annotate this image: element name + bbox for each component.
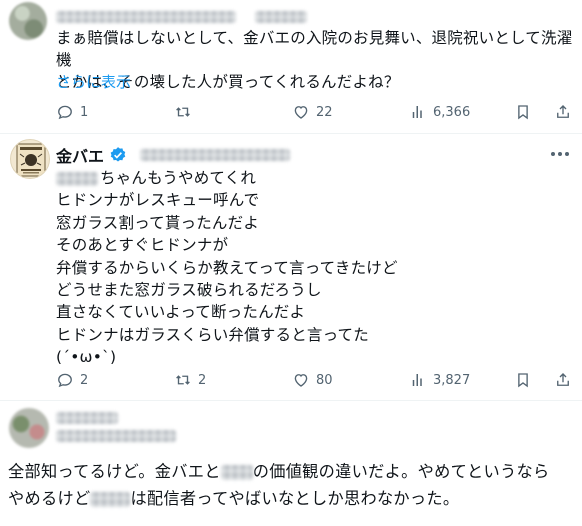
share-button[interactable]	[554, 370, 572, 390]
bookmark-icon	[518, 373, 528, 388]
show-more-link[interactable]: さらに表示	[56, 71, 131, 92]
tweet-text-line: そのあとすぐヒドンナが	[56, 236, 229, 255]
like-button[interactable]: 22	[292, 102, 333, 122]
tweet-text: 全部知ってるけど。金バエと の価値観の違いだよ。やめてというなら やめるけど は配信…	[8, 458, 578, 512]
views-button[interactable]: 6,366	[409, 102, 470, 122]
tweet-text-line: ヒドンナはガラスくらい弁償すると言ってた	[56, 325, 369, 344]
tweet-text-line: まぁ賠償はしないとして、金バエの入院のお見舞い、退院祝いとして洗濯機	[56, 29, 573, 69]
redacted-name	[90, 492, 131, 507]
tweet-text-line: ちゃんもうやめてくれ	[56, 167, 556, 189]
views-icon	[412, 374, 422, 386]
bookmark-button[interactable]	[514, 370, 532, 390]
redacted-name	[56, 10, 236, 23]
tweet-header-redacted	[56, 6, 308, 23]
reply-icon	[58, 105, 72, 120]
bookmark-button[interactable]	[514, 102, 532, 122]
tweet-actions: 2 2 80 3,827	[56, 370, 576, 390]
retweet-button[interactable]	[174, 102, 198, 122]
retweet-count: 2	[198, 372, 207, 388]
tweet-text-line: とかは、その壊した人が買ってくれるんだよね？	[56, 73, 400, 91]
view-count: 6,366	[433, 104, 471, 120]
like-button[interactable]: 80	[292, 370, 333, 390]
tweet-text: まぁ賠償はしないとして、金バエの入院のお見舞い、退院祝いとして洗濯機 とかは、そ…	[56, 27, 576, 93]
reply-button[interactable]: 1	[56, 102, 88, 122]
wanted-poster-icon	[16, 143, 46, 177]
like-count: 80	[316, 372, 333, 388]
divider	[0, 133, 582, 134]
tweet-text-line: 弁償するからいくらか教えてって言ってきたけど	[56, 258, 398, 277]
heart-icon	[294, 106, 308, 119]
share-icon	[557, 105, 569, 118]
display-name[interactable]: 金バエ	[56, 143, 104, 167]
redacted-handle	[255, 10, 308, 23]
reply-button[interactable]: 2	[56, 370, 88, 390]
tweet-actions: 1 22 6,366	[56, 102, 576, 122]
tweet-text: ちゃんもうやめてくれ ヒドンナがレスキュー呼んで 窓ガラス割って貰ったんだよ そ…	[56, 167, 556, 369]
retweet-icon	[176, 107, 190, 117]
views-button[interactable]: 3,827	[409, 370, 470, 390]
tweet-text-line: やめるけど は配信者ってやばいなとしか思わなかった。	[8, 489, 460, 508]
verified-badge-icon	[110, 147, 126, 162]
bookmark-icon	[518, 105, 528, 120]
tweet-text-line: (´•ω•`)	[56, 348, 117, 367]
view-count: 3,827	[433, 372, 471, 388]
divider	[0, 400, 582, 401]
avatar[interactable]	[10, 139, 50, 179]
share-button[interactable]	[554, 102, 572, 122]
reply-count: 2	[80, 372, 89, 388]
views-icon	[412, 106, 422, 118]
tweet-text-line: 直さなくていいよって断ったんだよ	[56, 303, 306, 322]
reply-icon	[58, 373, 72, 388]
tweet-header: 金バエ	[56, 143, 291, 167]
redacted-name	[56, 412, 118, 424]
avatar[interactable]	[9, 2, 47, 40]
share-icon	[557, 373, 569, 386]
retweet-icon	[176, 375, 190, 385]
avatar[interactable]	[9, 408, 49, 448]
redacted-name	[220, 465, 253, 480]
tweet-text-line: どうせまた窓ガラス破られるだろうし	[56, 281, 322, 300]
redacted-handle	[56, 430, 176, 442]
tweet-text-line: ヒドンナがレスキュー呼んで	[56, 191, 260, 210]
heart-icon	[294, 374, 308, 387]
redacted-handle	[140, 149, 291, 161]
tweet-text-line: 窓ガラス割って貰ったんだよ	[56, 213, 260, 232]
retweet-button[interactable]: 2	[174, 370, 206, 390]
more-options-icon[interactable]	[548, 144, 572, 164]
like-count: 22	[316, 104, 333, 120]
reply-count: 1	[80, 104, 89, 120]
redacted-name	[56, 171, 98, 186]
tweet-text-line: 全部知ってるけど。金バエと の価値観の違いだよ。やめてというなら	[8, 462, 550, 481]
